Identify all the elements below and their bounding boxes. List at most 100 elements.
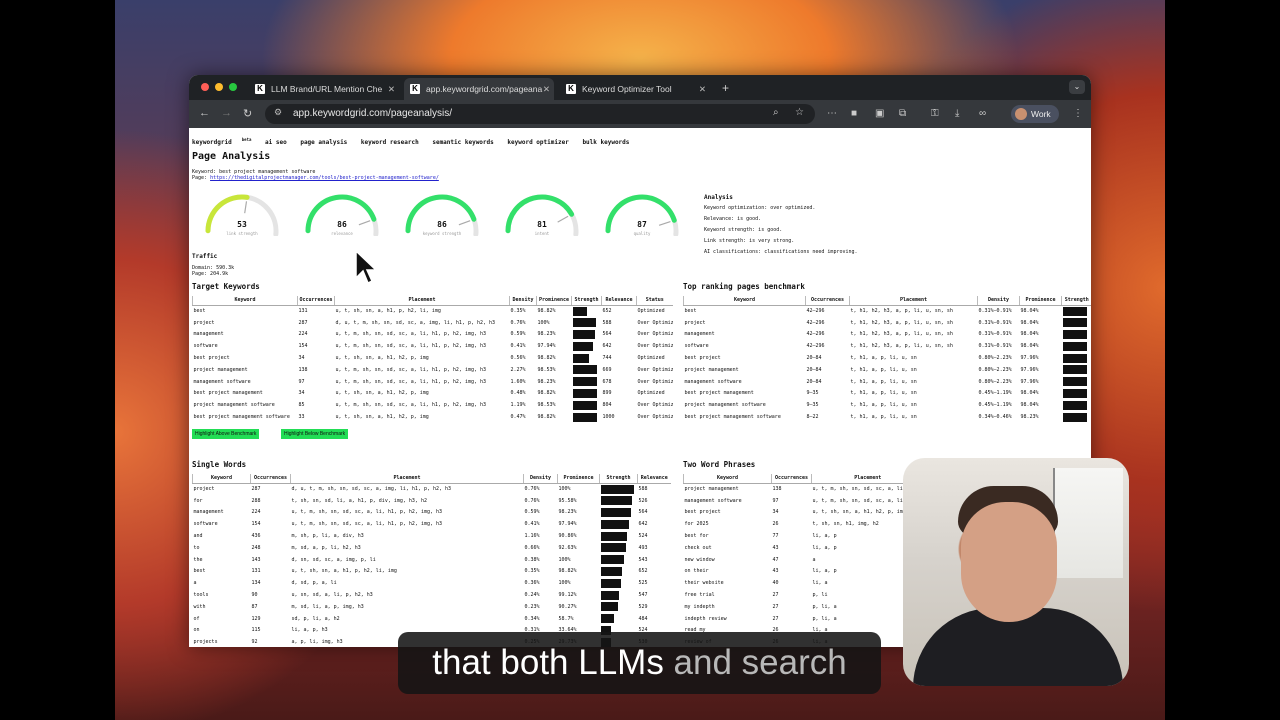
column-header[interactable]: Keyword (683, 474, 772, 484)
forward-arrow-icon[interactable]: → (221, 107, 232, 119)
table-row[interactable]: project 42–296 t, h1, h2, h3, a, p, li, u,… (684, 317, 1092, 329)
zoom-search-icon[interactable]: ⌕ (773, 107, 779, 118)
table-row[interactable]: project management software 9–35 t, h1, a,… (684, 399, 1092, 411)
highlight-below-button[interactable]: Highlight Below Benchmark (281, 429, 349, 439)
table-row[interactable]: software 154 u, t, m, sh, sn, sd, sc, a, l… (193, 518, 671, 530)
puzzle-extensions-icon[interactable]: ⧉ (899, 108, 906, 119)
column-header[interactable]: Density (977, 296, 1020, 306)
close-tab-icon[interactable]: ✕ (388, 78, 395, 100)
table-row[interactable]: project management software 85 u, t, m, sh… (193, 399, 673, 411)
nav-link-semantic-keywords[interactable]: semantic keywords (432, 139, 493, 146)
column-header[interactable]: Strength (1061, 296, 1091, 306)
column-header[interactable]: Occurrences (250, 474, 291, 484)
extension-icon[interactable]: ▣ (875, 108, 884, 119)
table-row[interactable]: software 42–296 t, h1, h2, h3, a, p, li, u… (684, 340, 1092, 352)
table-row[interactable]: project 287 d, u, t, m, sh, sn, sd, sc, a,… (193, 483, 671, 495)
column-header[interactable]: Density (523, 474, 558, 484)
browser-menu-icon[interactable]: ⋮ (1073, 108, 1083, 119)
table-row[interactable]: best project management 34 u, t, sh, sn, a… (193, 388, 673, 400)
profile-button[interactable]: Work (1011, 105, 1059, 123)
column-header[interactable]: Status (636, 296, 673, 306)
column-header[interactable]: Prominence (1019, 296, 1062, 306)
column-header[interactable]: Prominence (536, 296, 572, 306)
table-row[interactable]: best project management 9–35 t, h1, a, p, … (684, 388, 1092, 400)
table-row[interactable]: the 143 d, sn, sd, sc, a, img, p, li 0.38% 1… (193, 554, 671, 566)
table-row[interactable]: best 131 u, t, sh, sn, a, h1, p, h2, li, i… (193, 566, 671, 578)
close-tab-icon[interactable]: ✕ (543, 78, 550, 100)
column-header[interactable]: Placement (290, 474, 524, 484)
table-row[interactable]: on their 43 li, a, p (684, 566, 924, 578)
brand-logo[interactable]: keywordgrid beta (192, 137, 251, 146)
reload-icon[interactable]: ↻ (243, 107, 252, 120)
close-window-button[interactable] (201, 83, 209, 91)
tab-keyword-optimizer[interactable]: K Keyword Optimizer Tool ✕ (560, 78, 710, 100)
table-row[interactable]: indepth review 27 p, li, a (684, 613, 924, 625)
tab-page-analysis[interactable]: Kapp.keywordgrid.com/pageana ✕ (404, 78, 554, 100)
new-tab-icon[interactable]: + (722, 78, 729, 98)
keywordgrid-extension-icon[interactable]: ■ (851, 108, 857, 119)
table-row[interactable]: of 129 sd, p, li, a, h2 0.34% 58.7% 484 (193, 613, 671, 625)
table-row[interactable]: tools 90 u, sn, sd, a, li, p, h2, h3 0.24% 9… (193, 589, 671, 601)
table-row[interactable]: for 288 t, sh, sn, sd, li, a, h1, p, div, … (193, 495, 671, 507)
highlight-above-button[interactable]: Highlight Above Benchmark (192, 429, 260, 439)
table-row[interactable]: software 154 u, t, m, sh, sn, sd, sc, a, l… (193, 340, 673, 352)
table-row[interactable]: project management 138 u, t, m, sh, sn, sd… (193, 364, 673, 376)
column-header[interactable]: Density (509, 296, 537, 306)
table-row[interactable]: for 2025 26 t, sh, sn, h1, img, h2 (684, 518, 924, 530)
table-row[interactable]: free trial 27 p, li (684, 589, 924, 601)
table-row[interactable]: to 248 m, sd, a, p, li, h2, h3 0.66% 92.63% 4… (193, 542, 671, 554)
table-row[interactable]: management 42–296 t, h1, h2, h3, a, p, li,… (684, 329, 1092, 341)
table-row[interactable]: management 224 u, t, m, sh, sn, sd, sc, a,… (193, 329, 673, 341)
column-header[interactable]: Relevance (637, 474, 671, 484)
close-tab-icon[interactable]: ✕ (699, 78, 706, 100)
table-row[interactable]: project 287 d, u, t, m, sh, sn, sd, sc, a,… (193, 317, 673, 329)
minimize-window-button[interactable] (215, 83, 223, 91)
link-icon[interactable]: ∞ (979, 108, 986, 119)
table-row[interactable]: management software 97 u, t, m, sh, sn, sd… (684, 495, 924, 507)
table-row[interactable]: best project 34 u, t, sh, sn, a, h1, h2, p… (684, 507, 924, 519)
column-header[interactable]: Placement (334, 296, 510, 306)
download-icon[interactable]: ⤓ (955, 108, 959, 119)
table-row[interactable]: their website 40 li, a (684, 577, 924, 589)
column-header[interactable]: Strength (599, 474, 638, 484)
table-row[interactable]: best project 34 u, t, sh, sn, a, h1, h2, p… (193, 352, 673, 364)
column-header[interactable]: Occurrences (805, 296, 850, 306)
column-header[interactable]: Placement (849, 296, 978, 306)
table-row[interactable]: and 436 m, sh, p, li, a, div, h3 1.16% 90.86… (193, 530, 671, 542)
page-url-link[interactable]: https://thedigitalprojectmanager.com/too… (210, 175, 439, 181)
nav-link-page-analysis[interactable]: page analysis (300, 139, 347, 146)
table-row[interactable]: a 134 d, sd, p, a, li 0.36% 100% 525 (193, 577, 671, 589)
nav-link-bulk-keywords[interactable]: bulk keywords (582, 139, 629, 146)
extension-dots-icon[interactable]: ⋯ (827, 108, 837, 119)
column-header[interactable]: Relevance (601, 296, 637, 306)
table-row[interactable]: my indepth 27 p, li, a (684, 601, 924, 613)
table-row[interactable]: best 131 u, t, sh, sn, a, h1, p, h2, li, i… (193, 305, 673, 317)
table-row[interactable]: with 87 m, sd, li, a, p, img, h3 0.23% 90.27… (193, 601, 671, 613)
table-row[interactable]: best for 77 li, a, p (684, 530, 924, 542)
tab-llm-mention[interactable]: K LLM Brand/URL Mention Che ✕ (249, 78, 399, 100)
back-arrow-icon[interactable]: ← (199, 107, 210, 119)
column-header[interactable]: Keyword (192, 474, 251, 484)
nav-link-keyword-research[interactable]: keyword research (361, 139, 419, 146)
table-row[interactable]: best project management software 8–22 t, h… (684, 411, 1092, 423)
url-field[interactable]: ⚙ app.keywordgrid.com/pageanalysis/ ⌕ ☆ (265, 104, 815, 124)
column-header[interactable]: Occurrences (297, 296, 335, 306)
nav-link-keyword-optimizer[interactable]: keyword optimizer (507, 139, 568, 146)
column-header[interactable]: Occurrences (771, 474, 812, 484)
table-row[interactable]: management 224 u, t, m, sh, sn, sd, sc, a,… (193, 507, 671, 519)
column-header[interactable]: Strength (571, 296, 602, 306)
bookmark-star-icon[interactable]: ☆ (795, 107, 804, 118)
table-row[interactable]: project management 20–84 t, h1, a, p, li, … (684, 364, 1092, 376)
table-row[interactable]: project management 138 u, t, m, sh, sn, sd… (684, 483, 924, 495)
password-key-icon[interactable]: ⚿ (931, 108, 939, 119)
maximize-window-button[interactable] (229, 83, 237, 91)
table-row[interactable]: best 42–296 t, h1, h2, h3, a, p, li, u, sn… (684, 305, 1092, 317)
table-row[interactable]: management software 97 u, t, m, sh, sn, sd… (193, 376, 673, 388)
column-header[interactable]: Prominence (557, 474, 600, 484)
table-row[interactable]: check out 43 li, a, p (684, 542, 924, 554)
site-info-icon[interactable]: ⚙ (274, 107, 282, 118)
column-header[interactable]: Keyword (192, 296, 298, 306)
table-row[interactable]: management software 20–84 t, h1, a, p, li,… (684, 376, 1092, 388)
nav-link-ai-seo[interactable]: ai seo (265, 139, 287, 146)
table-row[interactable]: best project management software 33 u, t, … (193, 411, 673, 423)
